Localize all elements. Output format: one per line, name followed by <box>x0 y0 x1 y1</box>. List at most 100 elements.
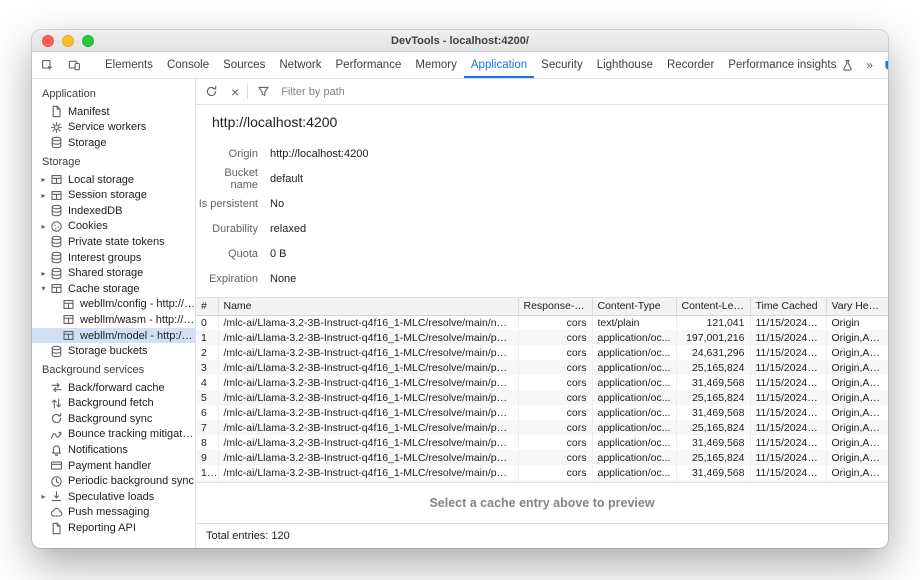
issues-button[interactable]: 3 <box>883 59 888 72</box>
sidebar-item-interest-groups[interactable]: Interest groups <box>32 250 195 266</box>
tab-sources[interactable]: Sources <box>216 52 272 78</box>
sidebar-item-cookies[interactable]: ▸Cookies <box>32 219 195 235</box>
tab-console[interactable]: Console <box>160 52 216 78</box>
tab-recorder[interactable]: Recorder <box>660 52 721 78</box>
cell-index: 6 <box>196 405 218 420</box>
cache-statusbar: Total entries: 120 <box>196 523 888 548</box>
column-header-vary-header[interactable]: Vary Header <box>826 298 888 315</box>
cell-time-cached: 11/15/2024, 10... <box>750 390 826 405</box>
chevron-right-icon[interactable]: ▸ <box>38 269 49 278</box>
column-header-content-type[interactable]: Content-Type <box>592 298 676 315</box>
inspect-element-icon[interactable] <box>40 59 54 72</box>
tab-label: Sources <box>223 59 265 71</box>
sidebar-item-indexeddb[interactable]: IndexedDB <box>32 203 195 219</box>
cell-name: /mlc-ai/Llama-3.2-3B-Instruct-q4f16_1-ML… <box>218 315 518 330</box>
sidebar-item-local-storage[interactable]: ▸Local storage <box>32 172 195 188</box>
table-row[interactable]: 5/mlc-ai/Llama-3.2-3B-Instruct-q4f16_1-M… <box>196 390 888 405</box>
table-row[interactable]: 1/mlc-ai/Llama-3.2-3B-Instruct-q4f16_1-M… <box>196 330 888 345</box>
close-window-button[interactable] <box>42 35 54 47</box>
sidebar-item-manifest[interactable]: Manifest <box>32 104 195 120</box>
sidebar-item-payment-handler[interactable]: Payment handler <box>32 458 195 474</box>
sidebar-item-cache-storage[interactable]: ▾Cache storage <box>32 281 195 297</box>
sidebar-item-back-forward-cache[interactable]: Back/forward cache <box>32 380 195 396</box>
tab-application[interactable]: Application <box>464 52 534 78</box>
cell-content-type: application/oc... <box>592 450 676 465</box>
tab-memory[interactable]: Memory <box>408 52 464 78</box>
column-header-time-cached[interactable]: Time Cached <box>750 298 826 315</box>
sidebar-item-speculative-loads[interactable]: ▸Speculative loads <box>32 489 195 505</box>
sidebar-item-bounce-tracking-mitigations[interactable]: Bounce tracking mitigations <box>32 427 195 443</box>
chevron-right-icon[interactable]: ▸ <box>38 191 49 200</box>
sidebar-item-reporting-api[interactable]: Reporting API <box>32 520 195 536</box>
table-row[interactable]: 3/mlc-ai/Llama-3.2-3B-Instruct-q4f16_1-M… <box>196 360 888 375</box>
delete-selected-icon[interactable]: × <box>231 85 239 99</box>
tab-label: Performance insights <box>728 59 836 71</box>
table-row[interactable]: 6/mlc-ai/Llama-3.2-3B-Instruct-q4f16_1-M… <box>196 405 888 420</box>
sidebar-item-label: webllm/wasm - http://loca... <box>80 314 195 326</box>
file-icon <box>49 105 63 118</box>
tab-security[interactable]: Security <box>534 52 590 78</box>
sidebar-item-label: Storage <box>68 137 107 149</box>
cell-name: /mlc-ai/Llama-3.2-3B-Instruct-q4f16_1-ML… <box>218 450 518 465</box>
metadata-value: No <box>270 198 284 210</box>
sidebar-item-background-fetch[interactable]: Background fetch <box>32 396 195 412</box>
cell-content-type: application/oc... <box>592 330 676 345</box>
sidebar-item-push-messaging[interactable]: Push messaging <box>32 505 195 521</box>
tab-lighthouse[interactable]: Lighthouse <box>590 52 660 78</box>
cell-time-cached: 11/15/2024, 10... <box>750 345 826 360</box>
sidebar-item-webllm-model-http-loc[interactable]: webllm/model - http://loc... <box>32 328 195 344</box>
device-toolbar-icon[interactable] <box>67 59 81 72</box>
sidebar-item-background-sync[interactable]: Background sync <box>32 411 195 427</box>
sidebar-item-storage-buckets[interactable]: Storage buckets <box>32 343 195 359</box>
table-row[interactable]: 0/mlc-ai/Llama-3.2-3B-Instruct-q4f16_1-M… <box>196 315 888 330</box>
tab-label: Lighthouse <box>597 59 653 71</box>
chevron-right-icon[interactable]: ▸ <box>38 492 49 501</box>
table-row[interactable]: 9/mlc-ai/Llama-3.2-3B-Instruct-q4f16_1-M… <box>196 450 888 465</box>
sidebar-item-label: Push messaging <box>68 506 149 518</box>
column-header-[interactable]: # <box>196 298 218 315</box>
sidebar-item-service-workers[interactable]: Service workers <box>32 120 195 136</box>
column-header-response-type[interactable]: Response-Type <box>518 298 592 315</box>
sidebar-item-session-storage[interactable]: ▸Session storage <box>32 187 195 203</box>
download-icon <box>49 490 63 503</box>
metadata-label: Durability <box>196 223 258 235</box>
table-body: 0/mlc-ai/Llama-3.2-3B-Instruct-q4f16_1-M… <box>196 315 888 482</box>
refresh-icon[interactable] <box>204 85 218 98</box>
tab-elements[interactable]: Elements <box>98 52 160 78</box>
sidebar-item-label: Interest groups <box>68 252 141 264</box>
cell-content-length: 25,165,824 <box>676 360 750 375</box>
cell-content-type: application/oc... <box>592 420 676 435</box>
cell-index: 9 <box>196 450 218 465</box>
tab-label: Network <box>279 59 321 71</box>
table-row[interactable]: 10/mlc-ai/Llama-3.2-3B-Instruct-q4f16_1-… <box>196 465 888 480</box>
bounce-icon <box>49 428 63 441</box>
tabbar-right-controls: » 3 ⚙ ⋮ <box>866 52 888 78</box>
zoom-window-button[interactable] <box>82 35 94 47</box>
chevron-right-icon[interactable]: ▸ <box>38 222 49 231</box>
filter-input[interactable]: Filter by path <box>256 85 345 98</box>
table-row[interactable]: 2/mlc-ai/Llama-3.2-3B-Instruct-q4f16_1-M… <box>196 345 888 360</box>
table-row[interactable]: 7/mlc-ai/Llama-3.2-3B-Instruct-q4f16_1-M… <box>196 420 888 435</box>
chevron-right-icon[interactable]: ▸ <box>38 175 49 184</box>
sidebar-item-webllm-wasm-http-loca[interactable]: webllm/wasm - http://loca... <box>32 312 195 328</box>
table-row[interactable]: 8/mlc-ai/Llama-3.2-3B-Instruct-q4f16_1-M… <box>196 435 888 450</box>
sidebar-item-webllm-config-http-loc[interactable]: webllm/config - http://loc... <box>32 297 195 313</box>
chevron-down-icon[interactable]: ▾ <box>38 284 49 293</box>
metadata-row-expiration: ExpirationNone <box>196 266 888 291</box>
sidebar-item-notifications[interactable]: Notifications <box>32 442 195 458</box>
minimize-window-button[interactable] <box>62 35 74 47</box>
tab-performance[interactable]: Performance <box>329 52 409 78</box>
cell-index: 8 <box>196 435 218 450</box>
sidebar-item-private-state-tokens[interactable]: Private state tokens <box>32 234 195 250</box>
tab-performance-insights[interactable]: Performance insights <box>721 52 866 78</box>
column-header-name[interactable]: Name <box>218 298 518 315</box>
sidebar-item-storage[interactable]: Storage <box>32 135 195 151</box>
more-tabs-button[interactable]: » <box>866 58 872 72</box>
swap-icon <box>49 381 63 394</box>
column-header-content-length[interactable]: Content-Length <box>676 298 750 315</box>
tab-network[interactable]: Network <box>272 52 328 78</box>
window-titlebar[interactable]: DevTools - localhost:4200/ <box>32 30 888 52</box>
sidebar-item-shared-storage[interactable]: ▸Shared storage <box>32 265 195 281</box>
sidebar-item-periodic-background-sync[interactable]: Periodic background sync <box>32 473 195 489</box>
table-row[interactable]: 4/mlc-ai/Llama-3.2-3B-Instruct-q4f16_1-M… <box>196 375 888 390</box>
